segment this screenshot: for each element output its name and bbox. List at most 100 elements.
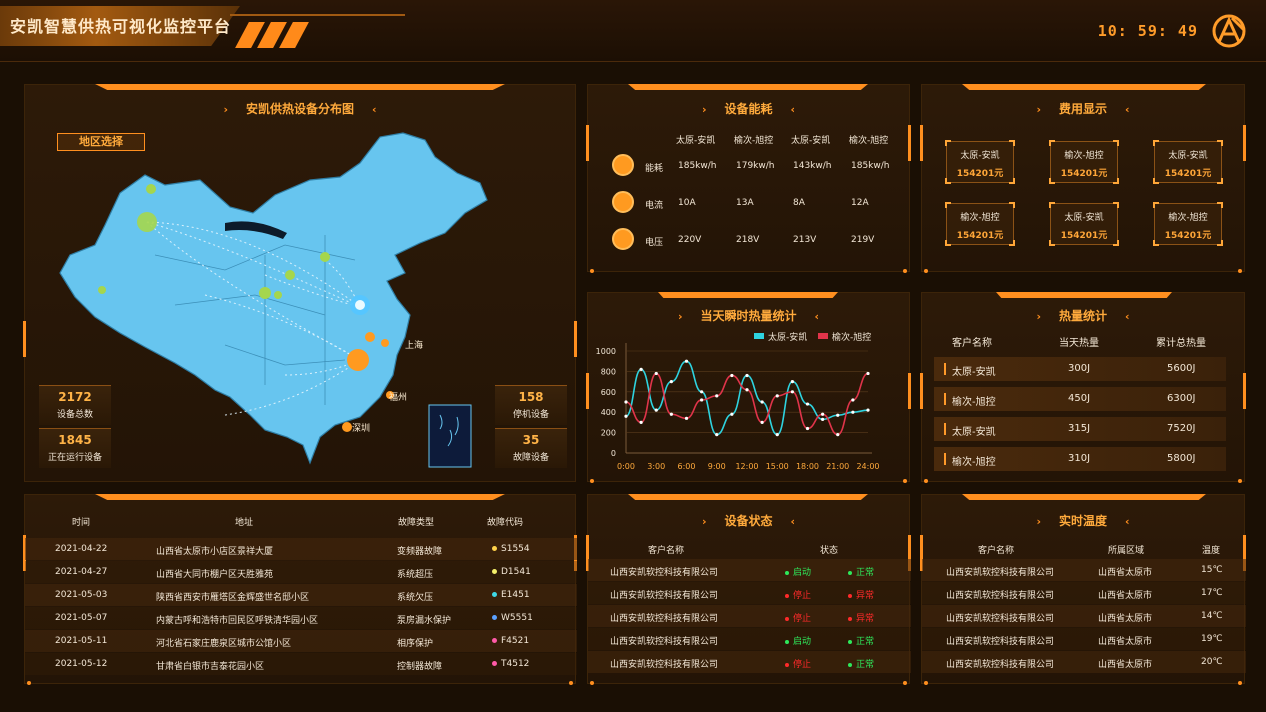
energy-panel-title: › 设备能耗 ‹ [701, 102, 796, 116]
data-point [866, 371, 870, 376]
x-tick-label: 24:00 [856, 462, 879, 471]
y-tick-label: 0 [611, 449, 616, 458]
energy-value: 219V [851, 235, 875, 245]
data-point [805, 426, 810, 431]
data-point [805, 402, 810, 406]
fault-row-address[interactable]: 河北省石家庄鹿泉区城市公馆小区 [156, 636, 291, 649]
card-corner [1153, 202, 1159, 208]
fee-card[interactable]: 太原-安凯 154201元 [945, 140, 1015, 184]
data-point [851, 398, 855, 402]
energy-value: 8A [793, 198, 805, 208]
temp-header-name: 客户名称 [978, 546, 1015, 556]
run-dot-icon [785, 570, 789, 575]
temp-row-name[interactable]: 山西安凯软控科技有限公司 [946, 588, 1054, 601]
data-point [639, 420, 643, 424]
fee-card-value: 154201元 [956, 169, 1004, 179]
health-text: 正常 [856, 568, 875, 578]
x-tick-label: 21:00 [826, 462, 849, 471]
fault-header-code: 故障代码 [487, 518, 524, 528]
fault-row-address[interactable]: 内蒙古呼和浩特市回民区呼铁清华园小区 [156, 613, 318, 626]
health-text: 异常 [856, 591, 875, 601]
fault-row-address[interactable]: 陕西省西安市雁塔区金辉盛世名邸小区 [156, 590, 309, 603]
heat-row-today: 450J [1068, 393, 1091, 404]
card-corner [1049, 178, 1055, 184]
heat-line-chart[interactable]: 0 200 400 600 800 1000 0:00 3:00 6:00 9:00 12:00 15… [588, 293, 911, 483]
health-text: 正常 [856, 637, 875, 647]
heat-row-today: 315J [1068, 423, 1091, 434]
temp-header-temp: 温度 [1202, 546, 1221, 556]
temp-row-name[interactable]: 山西安凯软控科技有限公司 [946, 657, 1054, 670]
data-point [836, 433, 840, 437]
run-dot-icon [785, 616, 789, 621]
stripes-decoration [234, 22, 309, 48]
run-text: 启动 [793, 637, 812, 647]
voltage-icon [612, 228, 634, 250]
heat-table-row[interactable]: 太原-安凯 315J 7520J [934, 417, 1226, 441]
fee-card[interactable]: 榆次-旭控 154201元 [1049, 140, 1119, 184]
data-point [790, 390, 794, 394]
status-row-name[interactable]: 山西安凯软控科技有限公司 [610, 611, 718, 624]
fee-card[interactable]: 太原-安凯 154201元 [1049, 202, 1119, 246]
data-point [730, 412, 734, 416]
heat-table-row[interactable]: 太原-安凯 300J 5600J [934, 357, 1226, 381]
energy-row-label: 电流 [645, 201, 664, 211]
status-header-state: 状态 [820, 546, 839, 556]
data-point [730, 373, 734, 378]
fault-code-text: W5551 [501, 613, 533, 623]
row-marker [944, 423, 946, 435]
fee-card-name: 榆次-旭控 [1168, 213, 1208, 223]
fee-card[interactable]: 榆次-旭控 154201元 [1153, 202, 1223, 246]
heat-row-total: 6300J [1167, 393, 1196, 404]
status-row-name[interactable]: 山西安凯软控科技有限公司 [610, 588, 718, 601]
x-tick-label: 0:00 [617, 462, 635, 471]
card-corner [1153, 140, 1159, 146]
data-point [684, 359, 689, 363]
fault-row-date: 2021-05-11 [55, 636, 108, 646]
status-row-name[interactable]: 山西安凯软控科技有限公司 [610, 565, 718, 578]
series-line-1 [625, 372, 869, 436]
temperature-title: › 实时温度 ‹ [1036, 514, 1130, 528]
data-point [760, 400, 764, 404]
fee-card-name: 太原-安凯 [1168, 151, 1208, 161]
status-dot-icon [492, 569, 497, 574]
temp-row-name[interactable]: 山西安凯软控科技有限公司 [946, 634, 1054, 647]
fault-row-code: S1554 [492, 544, 530, 554]
heat-table-row[interactable]: 榆次-旭控 450J 6300J [934, 387, 1226, 411]
status-run-badge: 启动 [785, 634, 811, 647]
temp-row-name[interactable]: 山西安凯软控科技有限公司 [946, 611, 1054, 624]
x-tick-label: 6:00 [678, 462, 696, 471]
fault-row-address[interactable]: 甘肃省白银市吉泰花园小区 [156, 659, 264, 672]
heat-stats-title: › 热量统计 ‹ [1036, 309, 1130, 323]
card-corner [1049, 202, 1055, 208]
fault-row-type: 系统欠压 [397, 593, 434, 603]
temp-row-region: 山西省太原市 [1098, 660, 1153, 670]
status-health-badge: 正常 [848, 565, 874, 578]
fault-row-type: 控制器故障 [397, 662, 443, 672]
temp-row-region: 山西省太原市 [1098, 591, 1153, 601]
heat-table-row[interactable]: 榆次-旭控 310J 5800J [934, 447, 1226, 471]
stat-running-devices: 1845 正在运行设备 [39, 428, 111, 468]
card-corner [1009, 140, 1015, 146]
fault-row-date: 2021-05-12 [55, 659, 108, 669]
run-dot-icon [785, 639, 789, 644]
fault-row-type: 泵房漏水保护 [397, 616, 452, 626]
row-marker [944, 363, 946, 375]
fault-row-address[interactable]: 山西省太原市小店区景祥大厦 [156, 544, 273, 557]
heat-header-total: 累计总热量 [1156, 338, 1206, 349]
fee-card[interactable]: 榆次-旭控 154201元 [945, 202, 1015, 246]
heat-header-today: 当天热量 [1059, 338, 1099, 349]
fee-card[interactable]: 太原-安凯 154201元 [1153, 140, 1223, 184]
card-corner [945, 178, 951, 184]
temperature-panel: › 实时温度 ‹ 客户名称 所属区域 温度 山西安凯软控科技有限公司 山西省太原市 15… [920, 494, 1246, 685]
brand-logo-icon[interactable] [1210, 12, 1248, 50]
y-tick-label: 1000 [596, 347, 616, 356]
fault-row-address[interactable]: 山西省大同市棚户区天胜雅苑 [156, 567, 273, 580]
card-corner [1153, 240, 1159, 246]
run-dot-icon [785, 662, 789, 667]
temp-row-name[interactable]: 山西安凯软控科技有限公司 [946, 565, 1054, 578]
status-row-name[interactable]: 山西安凯软控科技有限公司 [610, 634, 718, 647]
status-run-badge: 停止 [785, 657, 811, 670]
status-row-name[interactable]: 山西安凯软控科技有限公司 [610, 657, 718, 670]
data-point [745, 388, 749, 392]
energy-col-header: 榆次-旭控 [734, 136, 774, 146]
